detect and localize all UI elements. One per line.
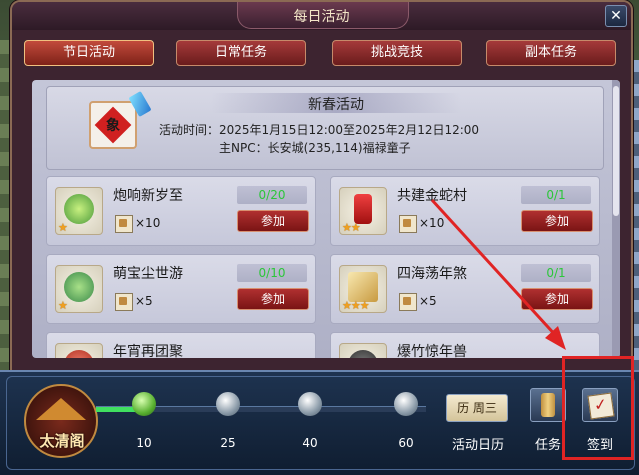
difficulty-stars: ★ bbox=[58, 221, 68, 234]
reward-orb-icon bbox=[394, 392, 418, 416]
activity-list-panel[interactable]: 象 新春活动 活动时间：2025年1月15日12:00至2025年2月12日12… bbox=[32, 80, 620, 358]
taiqingge-logo[interactable]: 太清阁 bbox=[24, 384, 98, 458]
join-button[interactable]: 参加 bbox=[521, 288, 593, 310]
join-button[interactable]: 参加 bbox=[237, 288, 309, 310]
tab-daily[interactable]: 日常任务 bbox=[176, 40, 306, 66]
calendar-label: 活动日历 bbox=[451, 438, 504, 453]
milestone-label: 25 bbox=[220, 436, 236, 450]
activity-name: 爆竹惊年兽 bbox=[397, 344, 467, 358]
tab-festival[interactable]: 节日活动 bbox=[24, 40, 154, 66]
reward-orb-icon bbox=[132, 392, 156, 416]
activity-calendar-button[interactable]: 历 周三 bbox=[446, 394, 508, 422]
window-title: 每日活动 bbox=[293, 9, 350, 25]
pavilion-icon bbox=[36, 398, 86, 420]
activity-progress: 0/20 bbox=[237, 186, 307, 204]
event-time: 活动时间：2025年1月15日12:00至2025年2月12日12:00 bbox=[159, 123, 480, 137]
milestone-reward-40[interactable] bbox=[296, 390, 324, 418]
reward-count: ×5 bbox=[419, 294, 437, 308]
bonsai-icon: ★ bbox=[55, 265, 103, 313]
logo-text: 太清阁 bbox=[39, 432, 85, 450]
difficulty-stars: ★ bbox=[58, 299, 68, 312]
reward-orb-icon bbox=[216, 392, 240, 416]
activity-card: ★★★ 四海荡年煞 ×5 0/1 参加 bbox=[330, 254, 600, 324]
scrollbar-thumb[interactable] bbox=[613, 86, 619, 216]
milestone-label: 60 bbox=[398, 436, 414, 450]
event-header: 象 新春活动 活动时间：2025年1月15日12:00至2025年2月12日12… bbox=[46, 86, 604, 170]
difficulty-stars: ★★★ bbox=[342, 299, 370, 312]
activity-name: 年宵再团聚 bbox=[113, 344, 183, 358]
reward-scroll-icon bbox=[115, 293, 133, 311]
milestone-reward-10[interactable] bbox=[130, 390, 158, 418]
highlight-box bbox=[562, 356, 634, 460]
firecracker-icon: ★★ bbox=[339, 187, 387, 235]
task-button[interactable] bbox=[530, 388, 566, 422]
difficulty-stars: ★★ bbox=[342, 221, 361, 234]
title-bar[interactable]: 每日活动 ✕ bbox=[12, 2, 631, 30]
milestone-reward-25[interactable] bbox=[214, 390, 242, 418]
tab-challenge[interactable]: 挑战竞技 bbox=[332, 40, 462, 66]
reward-scroll-icon bbox=[399, 215, 417, 233]
scroll-icon: ★★★ bbox=[339, 265, 387, 313]
reward-count: ×10 bbox=[135, 216, 161, 230]
activity-name: 共建金蛇村 bbox=[397, 188, 467, 204]
activity-progress: 0/1 bbox=[521, 264, 591, 282]
event-npc: 主NPC：长安城(235,114)福禄童子 bbox=[219, 141, 411, 155]
reward-count: ×5 bbox=[135, 294, 153, 308]
reward-scroll-icon bbox=[115, 215, 133, 233]
reward-count: ×10 bbox=[419, 216, 445, 230]
activity-name: 四海荡年煞 bbox=[397, 266, 467, 282]
milestone-label: 10 bbox=[136, 436, 152, 450]
activity-card: ★★ 共建金蛇村 ×10 0/1 参加 bbox=[330, 176, 600, 246]
red-item-icon bbox=[55, 343, 103, 358]
event-emblem-glyph: 象 bbox=[106, 118, 120, 134]
daily-activity-window: 每日活动 ✕ 节日活动 日常任务 挑战竞技 副本任务 象 新春活动 活动时间：2… bbox=[10, 0, 633, 372]
milestone-label: 40 bbox=[302, 436, 318, 450]
join-button[interactable]: 参加 bbox=[521, 210, 593, 232]
tab-bar: 节日活动 日常任务 挑战竞技 副本任务 bbox=[24, 40, 616, 66]
activity-progress: 0/1 bbox=[521, 186, 591, 204]
event-name: 新春活动 bbox=[308, 97, 364, 113]
reward-orb-icon bbox=[298, 392, 322, 416]
lantern-icon: ★ bbox=[55, 187, 103, 235]
list-scrollbar[interactable] bbox=[612, 80, 620, 358]
activity-name: 炮响新岁至 bbox=[113, 188, 183, 204]
activity-name: 萌宝尘世游 bbox=[113, 266, 183, 282]
task-scroll-icon bbox=[541, 393, 555, 417]
activity-card: 爆竹惊年兽 bbox=[330, 332, 600, 358]
milestone-reward-60[interactable] bbox=[392, 390, 420, 418]
activity-card: 年宵再团聚 bbox=[46, 332, 316, 358]
close-button[interactable]: ✕ bbox=[605, 5, 627, 27]
reward-scroll-icon bbox=[399, 293, 417, 311]
activity-card: ★ 萌宝尘世游 ×5 0/10 参加 bbox=[46, 254, 316, 324]
join-button[interactable]: 参加 bbox=[237, 210, 309, 232]
bottom-bar: 太清阁 10 25 40 60 历 周三 活动日历 任务 签到 bbox=[0, 370, 639, 475]
tab-dungeon[interactable]: 副本任务 bbox=[486, 40, 616, 66]
calendar-icon: 历 周三 bbox=[457, 401, 497, 415]
activity-progress: 0/10 bbox=[237, 264, 307, 282]
event-emblem-icon: 象 bbox=[89, 101, 137, 149]
dark-item-icon bbox=[339, 343, 387, 358]
activity-card: ★ 炮响新岁至 ×10 0/20 参加 bbox=[46, 176, 316, 246]
